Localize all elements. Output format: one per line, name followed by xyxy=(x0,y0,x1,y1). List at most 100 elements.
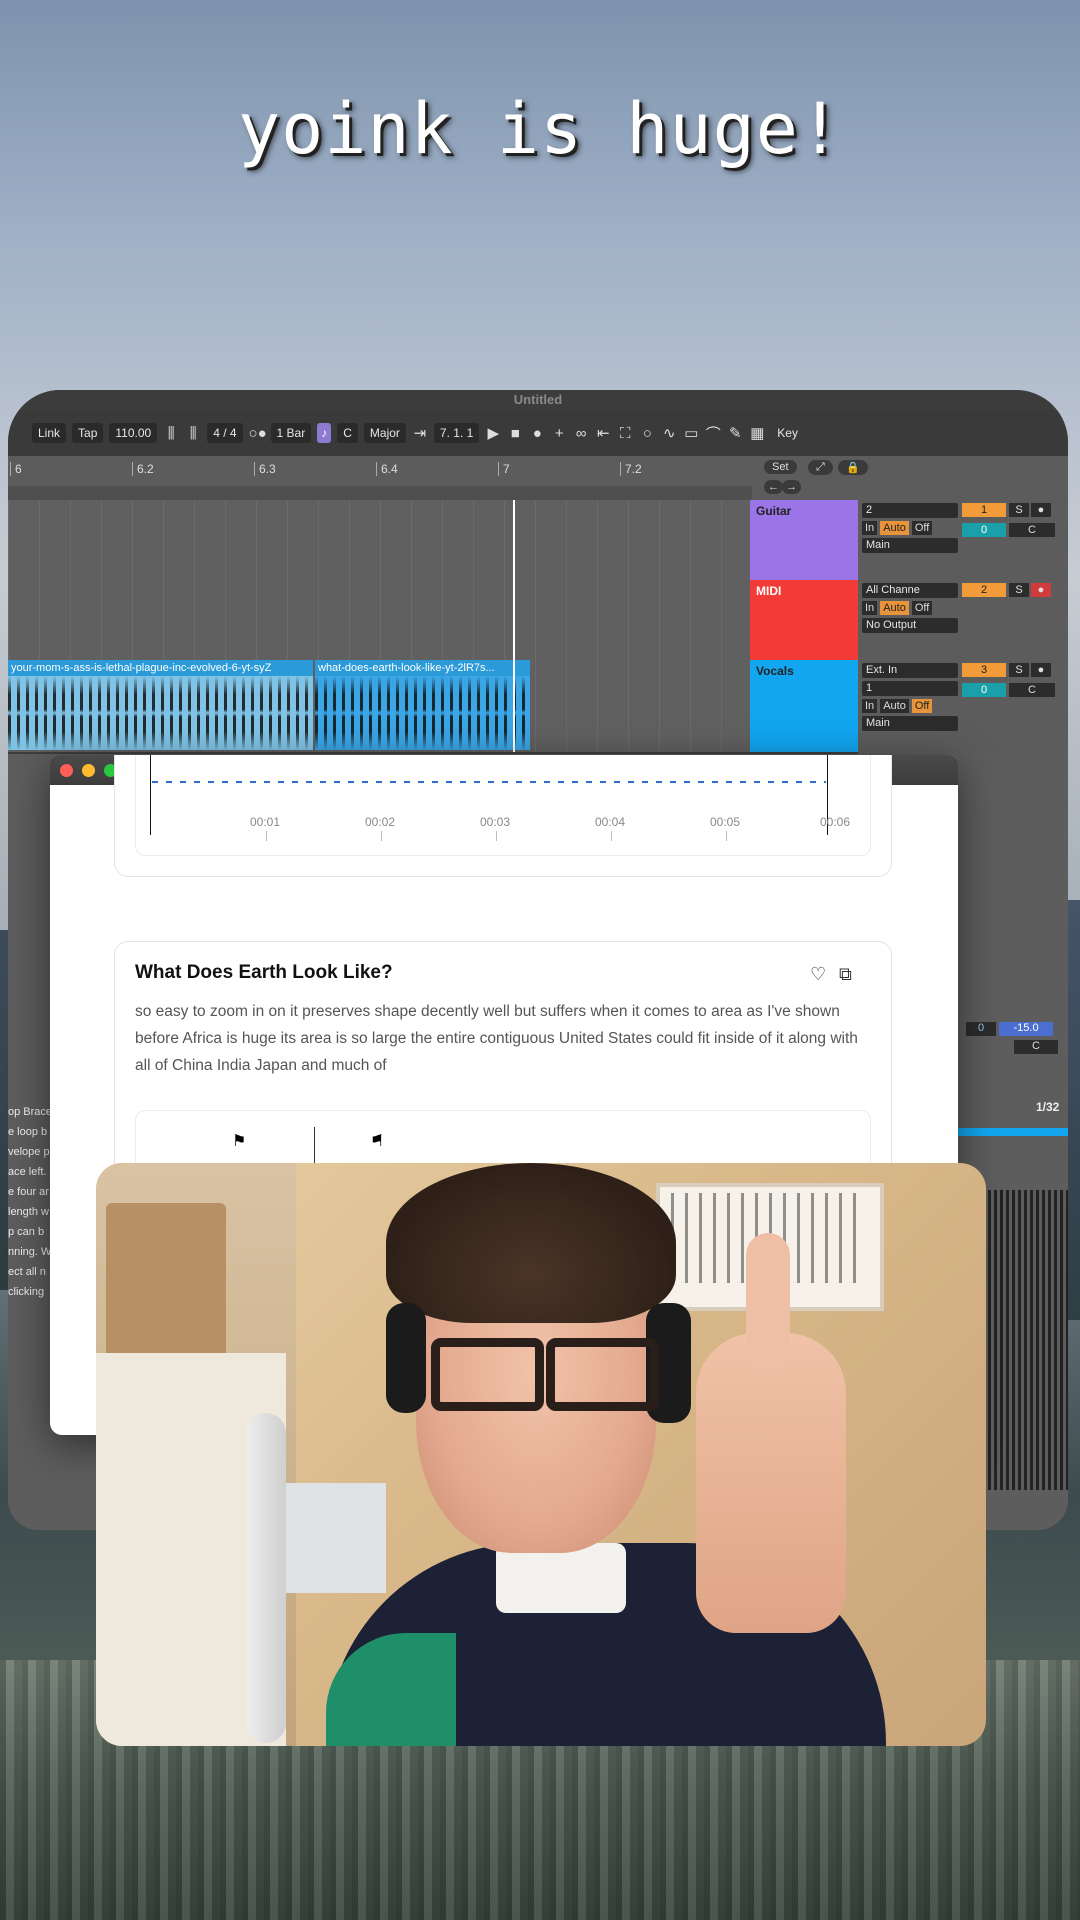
track-lane-vocals[interactable]: your-mom-s-ass-is-lethal-plague-inc-evol… xyxy=(8,500,752,754)
track-lane-guitar[interactable] xyxy=(8,500,752,582)
loop-bar[interactable] xyxy=(8,486,752,500)
monitor-off-button[interactable]: Off xyxy=(911,521,933,535)
output-select[interactable]: No Output xyxy=(862,618,958,633)
crossfade-button[interactable]: C xyxy=(1009,523,1055,537)
monitor-off-button[interactable]: Off xyxy=(911,699,933,713)
pan-field[interactable]: 0 xyxy=(962,683,1006,697)
play-icon[interactable]: ▶ xyxy=(485,424,501,442)
key-map-button[interactable]: Key xyxy=(771,423,804,443)
output-select[interactable]: Main xyxy=(862,538,958,553)
solo-button[interactable]: S xyxy=(1009,583,1029,597)
audio-clip[interactable]: your-mom-s-ass-is-lethal-plague-inc-evol… xyxy=(8,660,313,750)
punch-in-icon[interactable]: ⇤ xyxy=(595,424,611,442)
playhead[interactable] xyxy=(513,500,515,752)
external-link-icon[interactable]: ⧉ xyxy=(839,964,852,985)
output-select[interactable]: Main xyxy=(862,716,958,731)
track-header-vocals[interactable]: Vocals xyxy=(750,660,858,754)
trim-start-marker[interactable] xyxy=(150,755,151,835)
monitor-auto-button[interactable]: Auto xyxy=(880,521,909,535)
crossfade-button[interactable]: C xyxy=(1009,683,1055,697)
timeline-tick xyxy=(611,831,612,841)
heart-icon[interactable]: ♡ xyxy=(810,964,826,985)
timeline-label: 00:04 xyxy=(595,815,626,829)
nudge-icon[interactable]: ⫼ xyxy=(185,425,201,442)
input-type-select[interactable]: Ext. In xyxy=(862,663,958,678)
glasses xyxy=(431,1338,544,1411)
arm-icon[interactable]: ● xyxy=(1031,583,1051,597)
monitor-off-button[interactable]: Off xyxy=(911,601,933,615)
solo-button[interactable]: S xyxy=(1009,503,1029,517)
set-button[interactable]: Set xyxy=(764,460,797,474)
forward-icon[interactable]: → xyxy=(782,480,801,494)
midi-icon[interactable]: ▭ xyxy=(683,424,699,442)
audio-clip[interactable]: what-does-earth-look-like-yt-2lR7s... xyxy=(315,660,530,750)
position-field[interactable]: 7. 1. 1 xyxy=(433,423,480,443)
record-icon[interactable]: ● xyxy=(529,425,545,442)
input-channel-select[interactable]: 1 xyxy=(862,681,958,696)
capture-icon[interactable]: ⛶ xyxy=(617,425,633,442)
back-icon[interactable]: ← xyxy=(764,480,783,494)
expand-icon[interactable]: ⤢ xyxy=(808,460,833,475)
video-caption: yoink is huge! xyxy=(237,88,842,170)
crossfade-button[interactable]: C xyxy=(1014,1040,1058,1054)
tempo-field[interactable]: 110.00 xyxy=(109,423,158,443)
volume-field[interactable]: -15.0 xyxy=(999,1022,1054,1036)
quantize-select[interactable]: 1 Bar xyxy=(270,423,312,443)
timeline-label: 00:02 xyxy=(365,815,396,829)
curve-icon[interactable]: ⌒ xyxy=(705,423,721,444)
flag-end-icon[interactable]: ⚑ xyxy=(370,1131,384,1151)
flag-start-icon[interactable]: ⚑ xyxy=(232,1131,246,1151)
follow-icon[interactable]: ⇥ xyxy=(412,424,428,442)
link-button[interactable]: Link xyxy=(32,423,67,443)
draw-pencil-icon[interactable]: ✎ xyxy=(727,424,743,442)
track-name: MIDI xyxy=(756,584,782,598)
track-io-vocals: Ext. In 1 In Auto Off Main xyxy=(860,660,960,752)
automation-icon[interactable]: ∿ xyxy=(661,424,677,442)
arrangement-ruler[interactable]: 6 6.2 6.3 6.4 7 7.2 xyxy=(8,456,752,487)
metronome-icon[interactable]: ○● xyxy=(249,425,267,442)
timeline-label: 00:03 xyxy=(480,815,511,829)
time-signature-field[interactable]: 4 / 4 xyxy=(207,423,243,443)
key-root-select[interactable]: C xyxy=(337,423,358,443)
track-mixer-vocals: 3 S ● 0C xyxy=(960,660,1068,752)
input-channel-select[interactable]: All Channe xyxy=(862,583,958,598)
ruler-tick: 7.2 xyxy=(620,462,642,476)
arm-icon[interactable]: ● xyxy=(1031,663,1051,677)
monitor-in-button[interactable]: In xyxy=(862,699,878,713)
sweater-stripe xyxy=(326,1633,456,1746)
track-activator[interactable]: 3 xyxy=(962,663,1006,677)
clip-title: what-does-earth-look-like-yt-2lR7s... xyxy=(315,660,530,676)
pan-field[interactable]: 0 xyxy=(966,1022,996,1036)
track-lane-midi[interactable] xyxy=(8,580,752,662)
arrangement-controls: Set ⤢ 🔒 ← → xyxy=(752,456,1068,500)
guitar xyxy=(246,1413,286,1743)
arm-icon[interactable]: ● xyxy=(1031,503,1051,517)
track-header-guitar[interactable]: Guitar xyxy=(750,500,858,582)
waveform-timeline[interactable]: 00:01 00:02 00:03 00:04 00:05 00:06 xyxy=(135,755,871,856)
track-name: Vocals xyxy=(756,664,794,678)
scale-select[interactable]: Major xyxy=(363,423,406,443)
track-activator[interactable]: 1 xyxy=(962,503,1006,517)
track-header-midi[interactable]: MIDI xyxy=(750,580,858,662)
circle-icon[interactable]: ○ xyxy=(639,425,655,442)
tap-button[interactable]: Tap xyxy=(72,423,104,443)
person-hair xyxy=(386,1163,676,1323)
monitor-in-button[interactable]: In xyxy=(862,601,878,615)
loop-icon[interactable]: ∞ xyxy=(573,425,589,442)
monitor-auto-button[interactable]: Auto xyxy=(880,699,909,713)
stop-icon[interactable]: ■ xyxy=(507,425,523,442)
keyboard-icon[interactable]: ▦ xyxy=(749,424,765,442)
nudge-icon[interactable]: ⫼ xyxy=(163,425,179,442)
lock-icon[interactable]: 🔒 xyxy=(838,460,868,475)
monitor-in-button[interactable]: In xyxy=(862,521,878,535)
solo-button[interactable]: S xyxy=(1009,663,1029,677)
add-icon[interactable]: + xyxy=(551,425,567,442)
pan-field[interactable]: 0 xyxy=(962,523,1006,537)
waveform xyxy=(152,781,826,783)
track-mixer-guitar: 1 S ● 0C xyxy=(960,500,1068,580)
monitor-auto-button[interactable]: Auto xyxy=(880,601,909,615)
input-channel-select[interactable]: 2 xyxy=(862,503,958,518)
playhead[interactable] xyxy=(314,1127,315,1167)
scale-mode-icon[interactable]: ♪ xyxy=(317,423,332,443)
track-activator[interactable]: 2 xyxy=(962,583,1006,597)
